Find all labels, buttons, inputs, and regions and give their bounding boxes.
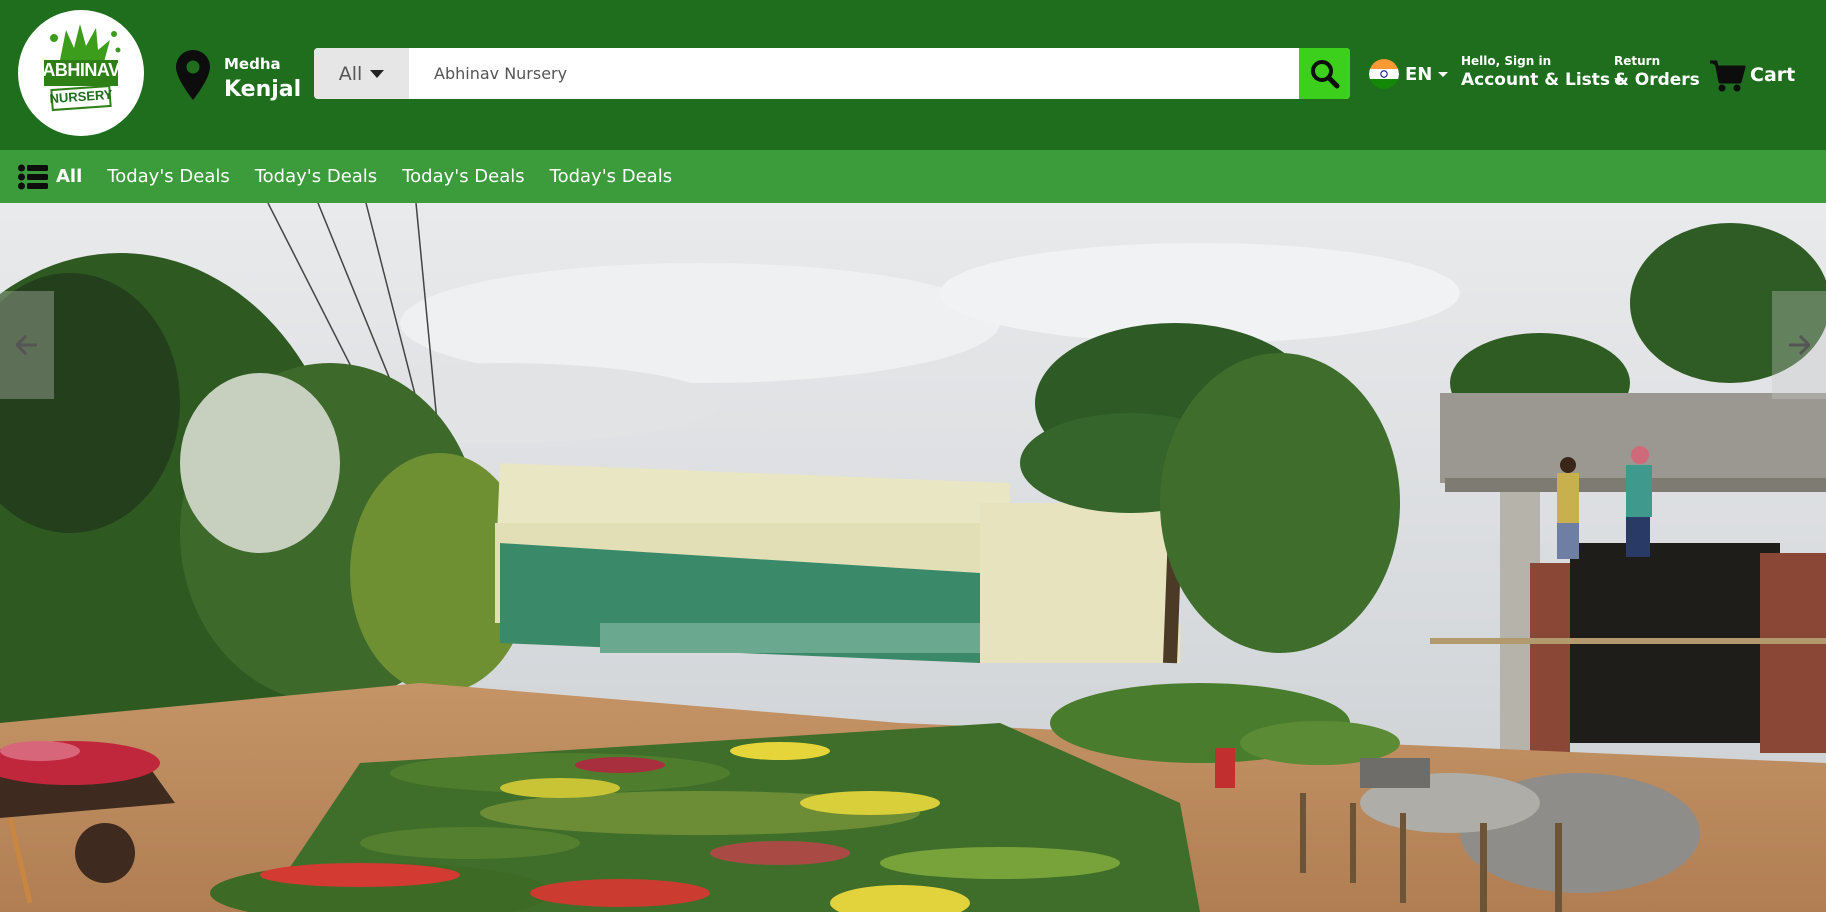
account-lists-menu[interactable]: Hello, Sign in Account & Lists — [1461, 54, 1625, 90]
search-bar: All — [314, 48, 1350, 99]
carousel-prev-button[interactable] — [0, 291, 54, 399]
chevron-down-icon — [1438, 71, 1449, 77]
nav-link-todays-deals[interactable]: Today's Deals — [402, 166, 524, 187]
search-input[interactable] — [409, 48, 1299, 99]
logo-text-line1: ABHINAV — [42, 60, 120, 80]
nav-link-todays-deals[interactable]: Today's Deals — [255, 166, 377, 187]
orders-label: & Orders — [1614, 70, 1700, 90]
search-icon — [1310, 59, 1339, 88]
returns-label: Return — [1614, 54, 1661, 68]
account-greeting: Hello, Sign in — [1461, 54, 1552, 68]
arrow-left-icon — [16, 335, 37, 355]
nursery-hero-image — [0, 203, 1826, 912]
location-city: Kenjal — [224, 77, 302, 102]
language-code: EN — [1405, 63, 1433, 85]
all-categories-label: All — [56, 166, 83, 187]
chevron-down-icon — [370, 69, 385, 78]
location-greeting: Medha — [224, 55, 281, 73]
account-lists-label: Account & Lists — [1461, 70, 1611, 90]
nav-link-todays-deals[interactable]: Today's Deals — [550, 166, 672, 187]
carousel-next-button[interactable] — [1772, 291, 1826, 399]
cart-icon — [1710, 60, 1746, 92]
language-selector[interactable]: EN — [1369, 58, 1449, 90]
search-category-label: All — [338, 62, 363, 85]
abhinav-nursery-logo[interactable]: ABHINAV NURSERY — [18, 10, 144, 136]
search-button[interactable] — [1299, 48, 1350, 99]
account-lists-row: Account & Lists — [1461, 70, 1625, 90]
hamburger-menu-icon — [18, 164, 48, 189]
top-header: ABHINAV NURSERY Medha Kenjal All Abhinav… — [0, 0, 1826, 150]
hero-carousel — [0, 203, 1826, 912]
returns-orders-link[interactable]: Return & Orders — [1614, 54, 1700, 90]
category-nav-bar: All Today's Deals Today's Deals Today's … — [0, 150, 1826, 203]
nav-link-todays-deals[interactable]: Today's Deals — [107, 166, 229, 187]
search-category-dropdown[interactable]: All — [314, 48, 409, 99]
cart-button[interactable]: Cart — [1708, 54, 1795, 96]
all-categories-menu-button[interactable]: All — [18, 164, 82, 190]
arrow-right-icon — [1789, 335, 1810, 355]
location-pin-icon — [176, 50, 210, 100]
india-flag-icon — [1369, 59, 1399, 89]
cart-label: Cart — [1750, 64, 1796, 86]
